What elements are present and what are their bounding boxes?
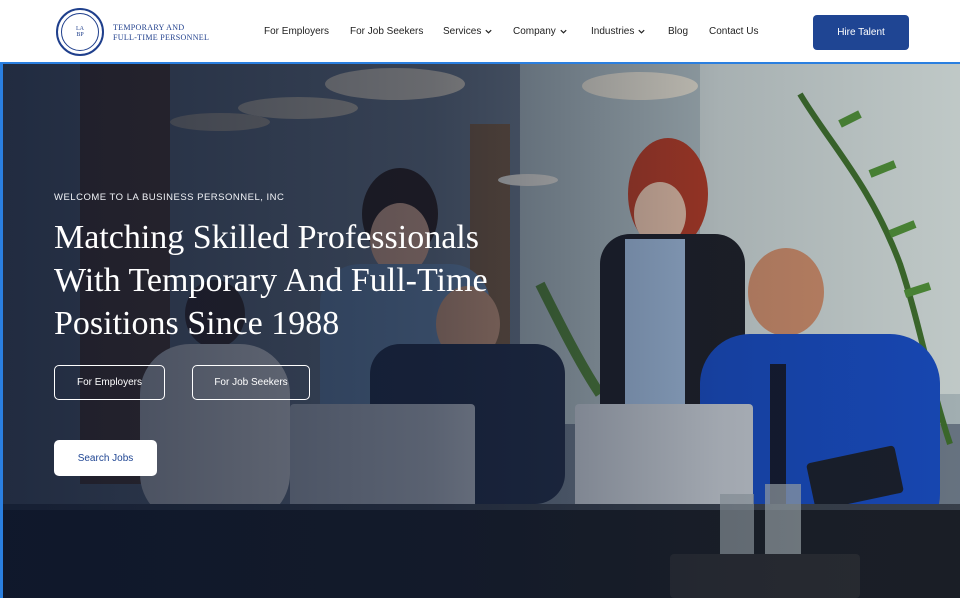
chevron-down-icon <box>638 29 645 34</box>
hero-for-job-seekers-button[interactable]: For Job Seekers <box>192 365 310 400</box>
nav-services-label: Services <box>443 26 482 37</box>
nav-company[interactable]: Company <box>513 26 568 37</box>
hero-headline: Matching Skilled Professionals With Temp… <box>54 216 574 345</box>
nav-for-employers-label: For Employers <box>264 26 330 37</box>
hero-section: WELCOME TO LA BUSINESS PERSONNEL, INC Ma… <box>0 64 960 598</box>
company-logo[interactable]: LA BP <box>56 8 104 56</box>
hero-eyebrow: WELCOME TO LA BUSINESS PERSONNEL, INC <box>54 192 285 203</box>
brand-tagline[interactable]: TEMPORARY AND FULL-TIME PERSONNEL <box>113 23 209 43</box>
brand-line-2: FULL-TIME PERSONNEL <box>113 33 210 42</box>
brand-line-1: TEMPORARY AND <box>113 23 185 32</box>
nav-contact-us[interactable]: Contact Us <box>709 26 758 37</box>
nav-for-employers[interactable]: For Employers <box>264 26 329 37</box>
logo-seal: LA BP <box>61 13 99 51</box>
search-jobs-button[interactable]: Search Jobs <box>54 440 157 476</box>
nav-company-label: Company <box>513 26 556 37</box>
hero-accent-edge <box>0 64 3 598</box>
hire-talent-button[interactable]: Hire Talent <box>813 15 909 50</box>
hero-headline-line-2: With Temporary And Full-Time <box>54 262 488 299</box>
hero-headline-line-3: Positions Since 1988 <box>54 305 340 342</box>
nav-blog[interactable]: Blog <box>668 26 688 37</box>
site-header: LA BP TEMPORARY AND FULL-TIME PERSONNEL F… <box>0 0 960 64</box>
nav-industries-label: Industries <box>591 26 635 37</box>
nav-blog-label: Blog <box>668 26 689 37</box>
chevron-down-icon <box>485 29 492 34</box>
hero-for-employers-button[interactable]: For Employers <box>54 365 165 400</box>
nav-for-job-seekers-label: For Job Seekers <box>350 26 424 37</box>
nav-services[interactable]: Services <box>443 26 493 37</box>
chevron-down-icon <box>560 29 567 34</box>
nav-for-job-seekers[interactable]: For Job Seekers <box>350 26 423 37</box>
hero-headline-line-1: Matching Skilled Professionals <box>54 219 479 256</box>
nav-industries[interactable]: Industries <box>591 26 646 37</box>
nav-contact-us-label: Contact Us <box>709 26 759 37</box>
